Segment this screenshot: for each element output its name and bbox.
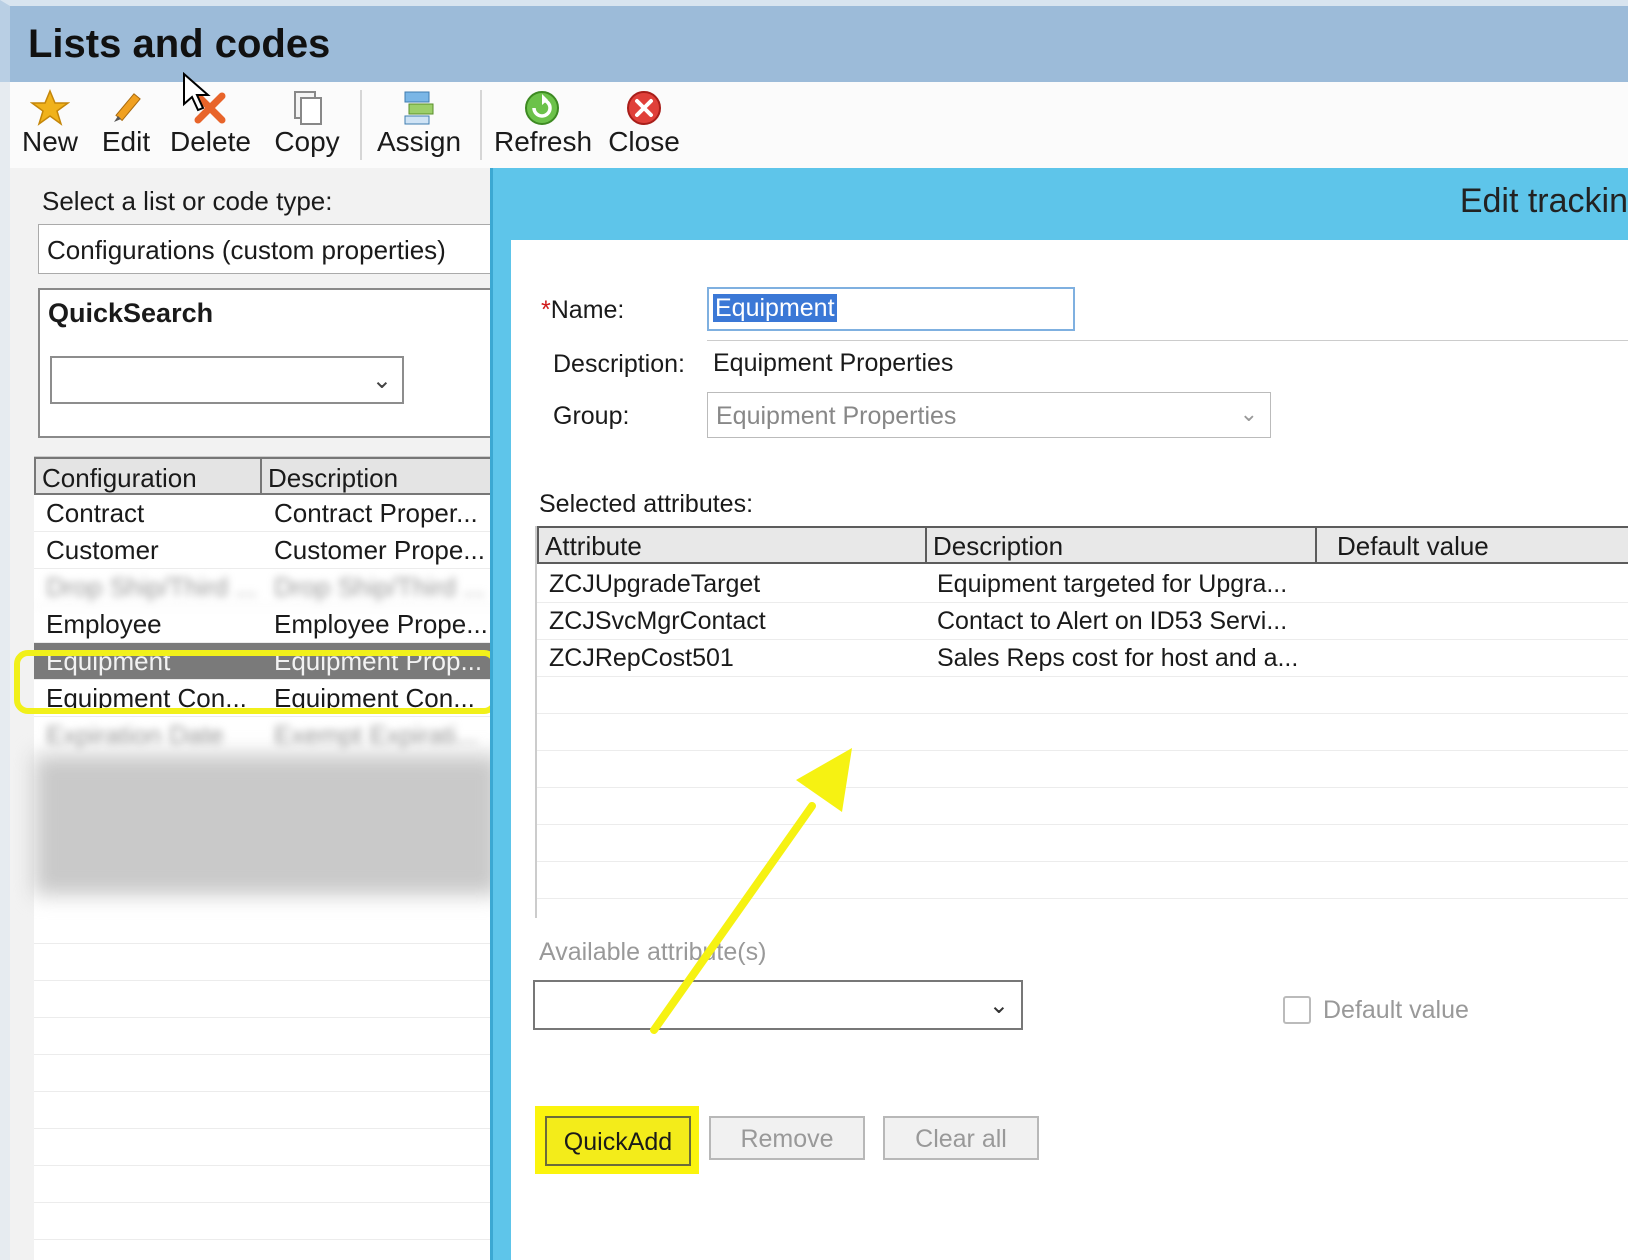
description-label: Description: [553,350,685,378]
available-attributes-combo[interactable]: ⌄ [533,980,1023,1030]
edit-button[interactable]: Edit [98,82,154,168]
column-header-description[interactable]: Description [260,457,500,495]
window-left-edge [0,82,10,1260]
toolbar-separator [360,90,362,160]
window-titlebar: Lists and codes [0,0,1628,82]
mouse-cursor-icon [183,72,211,112]
pencil-icon [114,93,141,122]
dialog-body: *Name: Equipment Description: Equipment … [511,240,1628,1260]
name-field[interactable]: Equipment [707,287,1075,331]
description-field[interactable]: Equipment Properties [707,340,1628,384]
remove-button[interactable]: Remove [709,1116,865,1160]
refresh-icon [525,91,559,125]
close-circle-icon [627,91,661,125]
attribute-row [537,862,1628,899]
default-value-label: Default value [1323,996,1469,1024]
quicksearch-combo[interactable]: ⌄ [50,356,404,404]
copy-button[interactable]: Copy [272,82,342,168]
clear-all-button[interactable]: Clear all [883,1116,1039,1160]
group-value: Equipment Properties [716,402,957,430]
table-row[interactable]: Contract Contract Proper... [34,495,500,532]
table-row [34,1055,500,1092]
configuration-grid: Configuration Description Contract Contr… [34,456,500,1260]
attribute-row [537,751,1628,788]
selected-attributes-grid: Attribute Description Default value ZCJU… [535,526,1628,918]
attribute-row [537,714,1628,751]
close-button[interactable]: Close [606,82,682,168]
attribute-row [537,677,1628,714]
table-row [34,981,500,1018]
copy-icon [294,91,322,125]
toolbar: New Edit Delete Copy Assign Refresh Clos… [10,72,1628,168]
left-panel: Select a list or code type: Configuratio… [10,168,500,1260]
chevron-down-icon: ⌄ [988,992,1009,1019]
available-attributes-label: Available attribute(s) [539,938,767,966]
attribute-row-highlighted[interactable]: ZCJRepCost501 Sales Reps cost for host a… [537,640,1628,677]
attribute-row[interactable]: ZCJSvcMgrContact Contact to Alert on ID5… [537,603,1628,640]
table-row [34,1018,500,1055]
list-type-label: Select a list or code type: [42,186,333,216]
star-icon [30,89,70,126]
table-row [34,944,500,981]
quickadd-button[interactable]: QuickAdd [545,1116,691,1166]
blurred-rows [34,755,500,895]
name-label: *Name: [541,296,625,324]
table-row [34,1129,500,1166]
attribute-row [537,825,1628,862]
column-header-default-value[interactable]: Default value [1315,526,1628,564]
assign-icon [404,91,434,125]
chevron-down-icon: ⌄ [1239,401,1258,426]
attribute-row[interactable]: ZCJUpgradeTarget Equipment targeted for … [537,566,1628,603]
chevron-down-icon: ⌄ [371,367,392,394]
selected-attributes-label: Selected attributes: [539,490,754,518]
name-value: Equipment [713,294,837,322]
table-row [34,1092,500,1129]
table-row[interactable]: Drop Ship/Third ... Drop Ship/Third ... [34,569,500,606]
column-header-attribute[interactable]: Attribute [537,526,927,564]
assign-button[interactable]: Assign [374,82,464,168]
quicksearch-panel: QuickSearch ⌄ [38,288,498,438]
table-row [34,907,500,944]
default-value-checkbox[interactable] [1283,996,1311,1024]
required-marker: * [541,296,551,324]
column-header-configuration[interactable]: Configuration [34,457,262,495]
table-row [34,1166,500,1203]
edit-dialog: Edit trackin *Name: Equipment Descriptio… [490,168,1628,1260]
column-header-description[interactable]: Description [925,526,1317,564]
quicksearch-title: QuickSearch [48,298,214,328]
group-select[interactable]: Equipment Properties ⌄ [707,392,1271,438]
dialog-title: Edit trackin [1459,182,1628,220]
group-label: Group: [553,402,630,430]
toolbar-separator [480,90,482,160]
table-row [34,1203,500,1240]
attribute-row [537,788,1628,825]
refresh-button[interactable]: Refresh [494,82,592,168]
table-row[interactable]: Employee Employee Prope... [34,606,500,643]
list-type-select[interactable]: Configurations (custom properties) [38,224,498,274]
equipment-row-highlight [14,650,498,714]
window-title: Lists and codes [28,22,331,66]
table-row[interactable]: Customer Customer Prope... [34,532,500,569]
table-row[interactable]: Expiration Date Exempt Expirati... [34,717,500,754]
new-button[interactable]: New [20,82,80,168]
